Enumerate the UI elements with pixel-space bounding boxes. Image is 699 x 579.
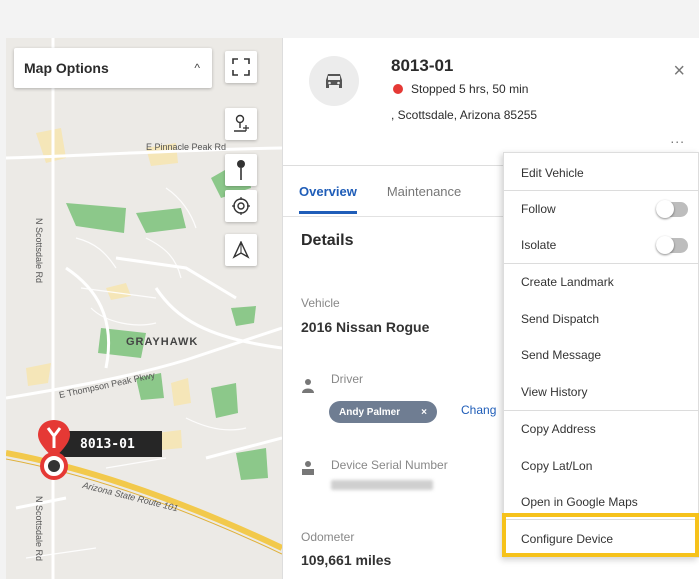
car-icon: [326, 74, 342, 88]
tab-maintenance[interactable]: Maintenance: [387, 184, 461, 214]
navigation-button[interactable]: [225, 234, 257, 266]
status-dot-icon: [393, 84, 403, 94]
place-label-grayhawk: GRAYHAWK: [126, 336, 199, 348]
menu-item-label: Copy Lat/Lon: [521, 459, 593, 473]
vehicle-address: , Scottsdale, Arizona 85255: [391, 108, 538, 122]
driver-chip[interactable]: Andy Palmer ×: [329, 401, 437, 423]
menu-item-send-message[interactable]: Send Message: [504, 337, 699, 373]
tab-overview[interactable]: Overview: [299, 184, 357, 214]
device-icon: [302, 461, 314, 475]
add-landmark-button[interactable]: [225, 108, 257, 140]
details-heading: Details: [301, 232, 354, 249]
menu-item-follow[interactable]: Follow: [504, 191, 699, 227]
landmark-add-icon: [234, 114, 249, 132]
menu-item-label: Send Message: [521, 348, 602, 362]
menu-item-label: Send Dispatch: [521, 312, 600, 326]
fullscreen-icon: [232, 58, 250, 76]
top-strip: [0, 0, 699, 38]
menu-item-label: Open in Google Maps: [521, 495, 638, 509]
change-driver-link[interactable]: Chang: [461, 403, 496, 417]
vehicle-field-value: 2016 Nissan Rogue: [301, 319, 430, 335]
pin-button[interactable]: [225, 154, 257, 186]
driver-icon: [302, 379, 314, 393]
odometer-field-label: Odometer: [301, 530, 355, 544]
app-root: Map Options ^ E Pinnacle Peak Rd N Scott…: [0, 0, 699, 579]
vehicle-marker-icon[interactable]: [34, 418, 74, 482]
road-label-scottsdale-upper: N Scottsdale Rd: [34, 218, 44, 284]
status-text: Stopped 5 hrs, 50 min: [411, 82, 529, 96]
menu-item-label: Edit Vehicle: [521, 166, 584, 180]
follow-toggle[interactable]: [656, 199, 688, 218]
menu-item-create-landmark[interactable]: Create Landmark: [504, 264, 699, 300]
driver-chip-label: Andy Palmer: [339, 406, 401, 418]
map-view[interactable]: Map Options ^ E Pinnacle Peak Rd N Scott…: [6, 38, 282, 579]
vehicle-id: 8013-01: [391, 56, 454, 75]
vehicle-actions-menu: Edit Vehicle Follow Isolate Create Landm…: [503, 152, 699, 558]
vehicle-status: Stopped 5 hrs, 50 min: [393, 82, 528, 96]
pin-icon: [237, 160, 245, 180]
chip-remove-icon[interactable]: ×: [421, 407, 427, 418]
vehicle-avatar: [309, 56, 359, 106]
serial-field-label: Device Serial Number: [331, 458, 448, 472]
road-label-scottsdale-lower: N Scottsdale Rd: [34, 496, 44, 562]
menu-item-copy-address[interactable]: Copy Address: [504, 411, 699, 447]
odometer-field-value: 109,661 miles: [301, 552, 392, 568]
map-options-label: Map Options: [24, 60, 109, 76]
navigation-arrow-icon: [232, 241, 250, 259]
menu-item-label: View History: [521, 385, 588, 399]
driver-field-label: Driver: [331, 372, 363, 386]
serial-value-redacted: [331, 480, 433, 490]
close-button[interactable]: ×: [673, 60, 685, 83]
configure-device-highlight: [502, 513, 699, 557]
menu-item-label: Copy Address: [521, 422, 596, 436]
menu-item-edit-vehicle[interactable]: Edit Vehicle: [504, 155, 699, 191]
vehicle-marker-text: 8013-01: [80, 436, 135, 452]
target-icon: [232, 197, 250, 215]
isolate-toggle[interactable]: [656, 235, 688, 254]
vehicle-field-label: Vehicle: [301, 296, 340, 310]
tab-bar: Overview Maintenance: [299, 184, 461, 214]
menu-item-label: Create Landmark: [521, 275, 614, 289]
more-options-button[interactable]: ...: [670, 130, 685, 146]
chevron-up-icon: ^: [194, 61, 200, 75]
road-label-pinnacle-peak: E Pinnacle Peak Rd: [146, 142, 227, 152]
fullscreen-button[interactable]: [225, 51, 257, 83]
map-options-dropdown[interactable]: Map Options ^: [14, 48, 212, 88]
menu-item-copy-lat-lon[interactable]: Copy Lat/Lon: [504, 448, 699, 484]
menu-item-label: Follow: [521, 202, 556, 216]
menu-item-view-history[interactable]: View History: [504, 374, 699, 410]
menu-item-label: Isolate: [521, 238, 557, 252]
locate-button[interactable]: [225, 190, 257, 222]
menu-item-send-dispatch[interactable]: Send Dispatch: [504, 301, 699, 337]
menu-item-isolate[interactable]: Isolate: [504, 227, 699, 263]
